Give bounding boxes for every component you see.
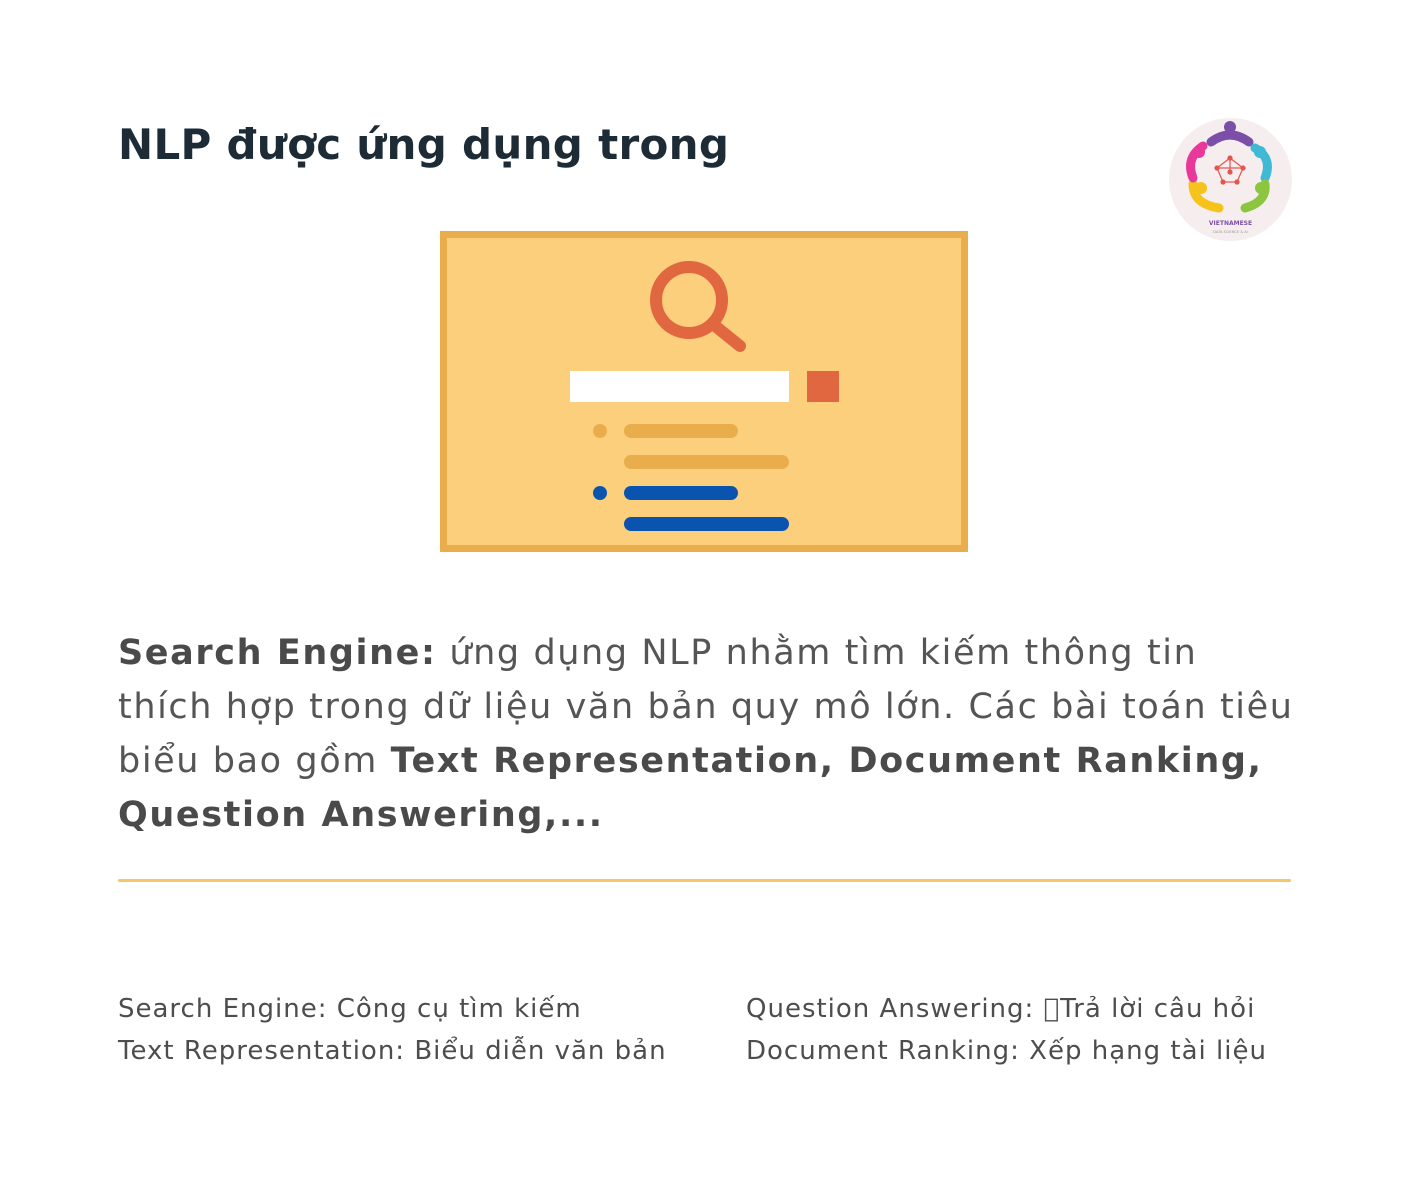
glossary-right: Question Answering:  Trả lời câu hỏi Doc… xyxy=(746,988,1267,1072)
result-line xyxy=(624,455,789,469)
result-line-highlight xyxy=(624,486,738,500)
logo-subtext: DATA SCIENCE & AI xyxy=(1213,230,1248,234)
divider xyxy=(118,879,1291,882)
search-engine-illustration xyxy=(440,231,970,558)
glossary-item: Question Answering:  Trả lời câu hỏi xyxy=(746,994,1256,1024)
glossary-left: Search Engine: Công cụ tìm kiếm Text Rep… xyxy=(118,988,667,1072)
logo-text: VIETNAMESE xyxy=(1209,220,1252,227)
result-bullet-highlight xyxy=(593,486,607,500)
search-box xyxy=(570,371,789,402)
result-line-highlight xyxy=(624,517,789,531)
glossary-item: Text Representation: Biểu diễn văn bản xyxy=(118,1036,667,1066)
search-button xyxy=(807,371,839,402)
logo-people-icon: VIETNAMESE DATA SCIENCE & AI xyxy=(1186,121,1272,234)
result-line xyxy=(624,424,738,438)
glossary-item: Document Ranking: Xếp hạng tài liệu xyxy=(746,1036,1267,1066)
term-search-engine: Search Engine: xyxy=(118,633,437,673)
result-bullet xyxy=(593,424,607,438)
description-paragraph: Search Engine: ứng dụng NLP nhằm tìm kiế… xyxy=(118,626,1298,842)
page-title: NLP được ứng dụng trong xyxy=(118,120,730,169)
glossary-item: Search Engine: Công cụ tìm kiếm xyxy=(118,994,582,1024)
logo: VIETNAMESE DATA SCIENCE & AI xyxy=(1169,118,1292,241)
